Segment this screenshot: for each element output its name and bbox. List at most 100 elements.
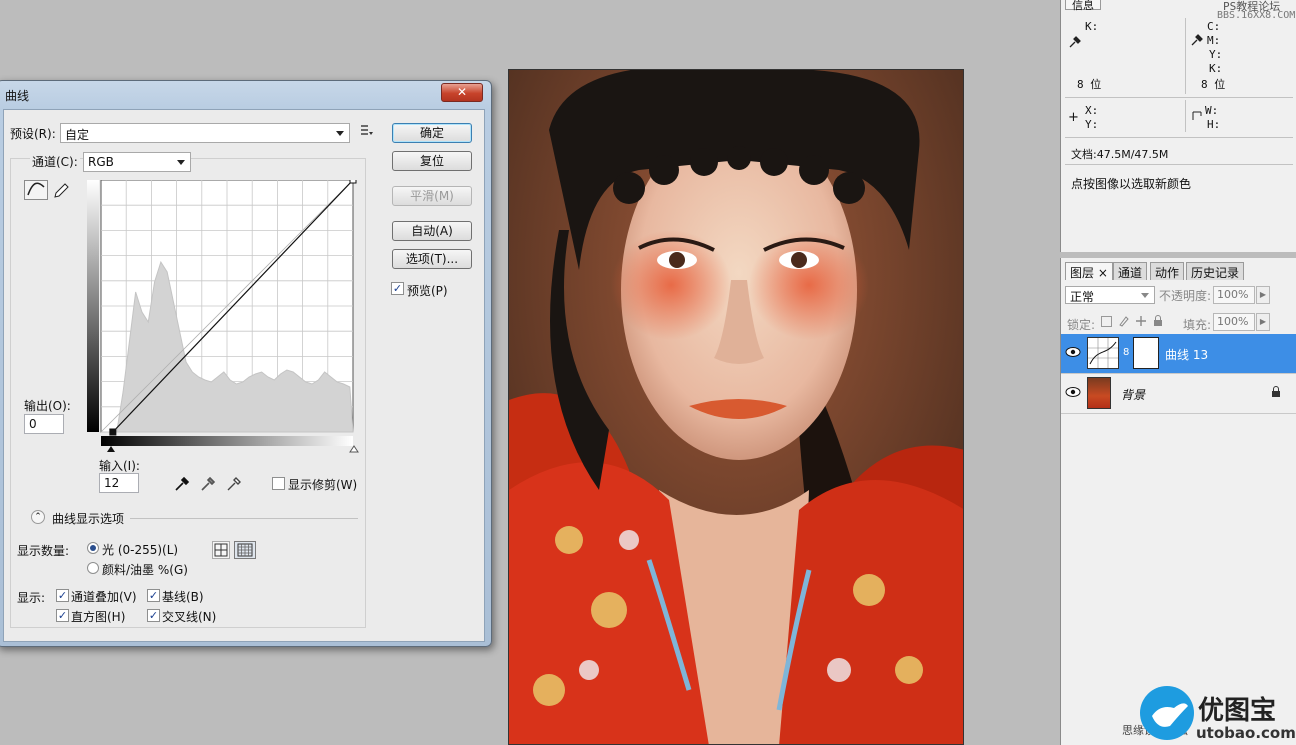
opacity-field[interactable]: 100%: [1213, 286, 1255, 304]
opacity-slider-button[interactable]: ▶: [1256, 286, 1270, 304]
histogram-checkbox[interactable]: ✓: [56, 609, 69, 622]
chevron-down-icon: [336, 131, 344, 136]
info-bit-left: 8 位: [1077, 78, 1102, 91]
collapse-chevron-icon[interactable]: ⌃: [31, 510, 45, 524]
tab-layers[interactable]: 图层 ×: [1065, 262, 1113, 280]
divider: [1065, 97, 1293, 98]
histogram-label: 直方图(H): [71, 610, 126, 624]
output-gradient-bar: [87, 180, 99, 432]
lock-all-icon[interactable]: [1153, 315, 1163, 330]
curves-adjustment-thumbnail: [1087, 337, 1119, 369]
brand-url: utobao.com: [1196, 724, 1296, 742]
show-label: 显示:: [17, 591, 46, 605]
dialog-body: 预设(R): 自定 确定 复位 平滑(M) 自动(A) 选项(T)... ✓ 预…: [3, 109, 485, 642]
input-gradient-bar: [101, 436, 353, 446]
info-c-label: C:: [1207, 20, 1221, 33]
curves-dialog[interactable]: 曲线 ✕ 预设(R): 自定 确定 复位 平滑(M) 自动(A) 选项(T)..…: [0, 80, 492, 647]
layer-mask-thumbnail[interactable]: [1133, 337, 1159, 369]
fill-slider-button[interactable]: ▶: [1256, 313, 1270, 331]
info-m-label: M:: [1207, 34, 1221, 47]
document-size: 文档:47.5M/47.5M: [1071, 148, 1169, 161]
pencil-tool[interactable]: [52, 182, 70, 200]
baseline-label: 基线(B): [162, 590, 204, 604]
channel-label: 通道(C):: [30, 153, 80, 170]
light-option-label: 光 (0-255)(L): [102, 543, 179, 557]
close-icon[interactable]: ×: [1098, 266, 1108, 280]
preview-checkbox[interactable]: ✓: [391, 282, 404, 295]
layer-row-curves[interactable]: 8 曲线 13: [1061, 334, 1296, 374]
preset-label: 预设(R):: [10, 127, 56, 141]
divider: [1065, 164, 1293, 165]
pigment-radio[interactable]: [87, 562, 99, 574]
simple-grid-button[interactable]: [212, 541, 230, 559]
tab-history[interactable]: 历史记录: [1186, 262, 1245, 280]
eye-icon[interactable]: [1065, 386, 1083, 400]
intersection-line-checkbox[interactable]: ✓: [147, 609, 160, 622]
intersection-line-label: 交叉线(N): [162, 610, 217, 624]
channel-overlays-checkbox[interactable]: ✓: [56, 589, 69, 602]
layer-name: 曲线 13: [1165, 348, 1209, 362]
lock-brush-icon[interactable]: [1118, 315, 1130, 330]
document-image[interactable]: [508, 69, 964, 745]
tab-info[interactable]: 信息: [1065, 0, 1101, 12]
portrait-image: [509, 70, 963, 744]
smooth-button[interactable]: 平滑(M): [392, 186, 472, 206]
layer-row-background[interactable]: 背景: [1061, 374, 1296, 414]
channel-value: RGB: [88, 155, 114, 169]
divider: [1065, 137, 1293, 138]
info-x-label: X:: [1085, 104, 1099, 117]
lock-transparency-icon[interactable]: [1101, 316, 1112, 327]
divider: [130, 518, 358, 519]
curves-graph[interactable]: [87, 180, 359, 460]
info-panel: 信息 PS教程论坛 BBS.16XX8.COM K: 8 位 C: M: Y: …: [1060, 0, 1296, 252]
pencil-icon: [54, 183, 69, 198]
lock-move-icon[interactable]: [1135, 315, 1147, 330]
curve-control-point[interactable]: [109, 428, 117, 436]
white-point-slider[interactable]: [349, 445, 359, 453]
detailed-grid-button[interactable]: [234, 541, 256, 559]
output-label: 输出(O):: [24, 399, 71, 413]
info-h-label: H:: [1207, 118, 1221, 131]
baseline-checkbox[interactable]: ✓: [147, 589, 160, 602]
curve-point-tool[interactable]: [24, 180, 48, 200]
curve-control-point[interactable]: [349, 180, 357, 184]
channel-overlays-label: 通道叠加(V): [71, 590, 137, 604]
eyedropper-icon: [1069, 36, 1081, 51]
preset-menu-icon[interactable]: [360, 123, 374, 137]
fill-field[interactable]: 100%: [1213, 313, 1255, 331]
channel-select[interactable]: RGB: [83, 152, 191, 172]
black-point-slider[interactable]: [107, 446, 115, 452]
auto-button[interactable]: 自动(A): [392, 221, 472, 241]
link-icon[interactable]: 8: [1123, 347, 1129, 358]
white-eyedropper-icon[interactable]: [226, 476, 242, 495]
show-clipping-label: 显示修剪(W): [288, 478, 358, 492]
tab-layers-label: 图层: [1070, 266, 1095, 280]
watermark-url: BBS.16XX8.COM: [1217, 10, 1296, 21]
close-button[interactable]: ✕: [441, 83, 483, 102]
ok-button[interactable]: 确定: [392, 123, 472, 143]
reset-button[interactable]: 复位: [392, 151, 472, 171]
output-field[interactable]: 0: [24, 414, 64, 434]
blend-mode-select[interactable]: 正常: [1065, 286, 1155, 304]
tab-channels[interactable]: 通道: [1113, 262, 1148, 280]
gray-eyedropper-icon[interactable]: [200, 476, 216, 495]
eye-icon[interactable]: [1065, 346, 1083, 360]
preset-select[interactable]: 自定: [60, 123, 350, 143]
show-amount-label: 显示数量:: [17, 544, 70, 558]
info-bit-right: 8 位: [1201, 78, 1226, 91]
brand-name: 优图宝: [1198, 696, 1277, 726]
black-eyedropper-icon[interactable]: [174, 476, 190, 495]
chevron-down-icon: [1141, 293, 1149, 298]
input-field[interactable]: 12: [99, 473, 139, 493]
dialog-title: 曲线: [5, 89, 30, 103]
divider: [1185, 18, 1186, 94]
layers-panel: 图层 × 通道 动作 历史记录 正常 不透明度: 100% ▶ 锁定: 填充: …: [1060, 258, 1296, 745]
chevron-down-icon: [177, 160, 185, 165]
options-button[interactable]: 选项(T)...: [392, 249, 472, 269]
opacity-label: 不透明度:: [1159, 289, 1212, 303]
tab-actions[interactable]: 动作: [1150, 262, 1185, 280]
light-radio[interactable]: [87, 542, 99, 554]
info-hint: 点按图像以选取新颜色: [1071, 177, 1192, 191]
show-clipping-checkbox[interactable]: [272, 477, 285, 490]
blend-mode-value: 正常: [1070, 290, 1095, 304]
